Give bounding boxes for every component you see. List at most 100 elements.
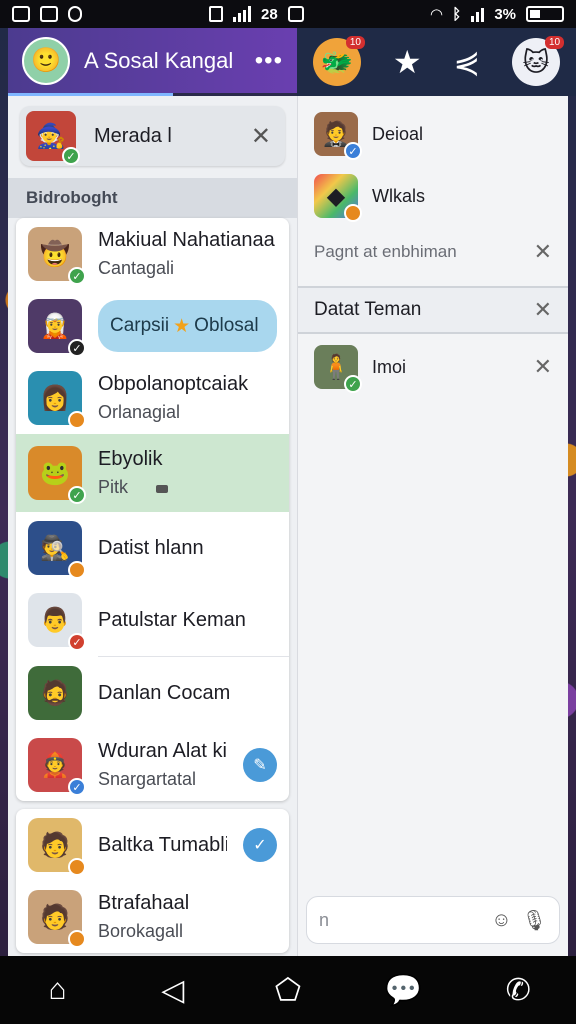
contact-avatar: 🧑	[28, 890, 86, 948]
battery-percent: 3%	[494, 5, 516, 23]
verified-icon: ✓	[68, 778, 86, 796]
verified-icon: ✓	[344, 142, 362, 160]
contact-avatar: 🕵️	[28, 521, 86, 579]
list-item[interactable]: ◆ Wlkals	[298, 166, 568, 226]
contact-name: Wduran Alat kind	[98, 740, 227, 762]
notification-badge: 10	[345, 36, 365, 49]
home-icon[interactable]: ⌂	[34, 973, 82, 1007]
contact-avatar: 🧑	[28, 818, 86, 876]
list-item[interactable]: 🧝 ✓ Carpsii ★ Oblosal	[16, 290, 289, 362]
message-placeholder: n	[319, 909, 330, 930]
contact-avatar: 🧝 ✓	[28, 299, 86, 357]
list-item[interactable]: 👨 ✓ Patulstar Keman	[16, 584, 289, 656]
alarm-icon	[287, 6, 304, 22]
section-label: Bidroboght	[8, 178, 297, 218]
emoji-icon[interactable]: ☺	[491, 909, 511, 932]
drawer-title: A Sosal Kangal	[84, 47, 234, 73]
star-icon[interactable]: ★	[393, 43, 422, 81]
close-icon[interactable]: ✕	[251, 122, 271, 151]
list-item[interactable]: 👲✓ Wduran Alat kind Snargartatal ✎	[16, 729, 289, 801]
pill-name: Carpsii	[110, 315, 170, 336]
tag-icon	[156, 485, 169, 493]
close-icon[interactable]: ✕	[534, 354, 552, 380]
status-center: 28	[209, 6, 304, 23]
contact-avatar: 👨 ✓	[28, 593, 86, 651]
item-avatar: 🧍 ✓	[314, 345, 362, 393]
bluetooth-icon: ᛒ	[452, 5, 462, 23]
left-drawer: 🙂 A Sosal Kangal ••• 🧙 ✓ Merada l ✕ Bidro…	[8, 28, 297, 956]
status-pill[interactable]: Carpsii ★ Oblosal	[98, 300, 277, 352]
contact-sub: Cantagali	[98, 258, 175, 278]
item-name: Wlkals	[372, 185, 425, 206]
pill-sub: Oblosal	[194, 315, 259, 336]
battery-icon	[526, 6, 564, 22]
item-avatar: 🤵 ✓	[314, 112, 362, 160]
list-item[interactable]: 🧔 Danlan Cocam	[16, 657, 289, 729]
status-dot-icon	[68, 411, 86, 429]
status-time: 28	[261, 5, 278, 23]
star-icon: ★	[173, 315, 191, 337]
right-header: 🐲 10 ★ ⋞ 🐱 10	[297, 28, 576, 96]
status-dot-icon	[68, 561, 86, 579]
signal-icon	[233, 6, 252, 22]
list-item[interactable]: 🤠 ✓ Makiual Nahatianaa Cantagali	[16, 218, 289, 290]
search-text: Merada l	[94, 124, 172, 147]
profile-avatar[interactable]: 🙂	[22, 36, 70, 85]
verified-icon: ✓	[68, 633, 86, 651]
list-item-selected[interactable]: 🐸 ✓ Ebyolik Pitk	[16, 434, 289, 512]
verified-icon: ✓	[68, 339, 86, 357]
hint-row: Pagnt at enbhiman ✕	[298, 226, 568, 278]
list-item[interactable]: 🤵 ✓ Deioal	[298, 102, 568, 166]
contact-sub: Borokagall	[98, 921, 184, 941]
contact-list-2: 🧑 Baltka Tumablit ✓ 🧑 Btrafahaal Borokag…	[16, 809, 289, 953]
search-chip[interactable]: 🧙 ✓ Merada l ✕	[20, 106, 285, 166]
check-button[interactable]: ✓	[243, 828, 277, 862]
contact-sub: Orlanagial	[98, 402, 181, 422]
contact-name: Ebyolik	[98, 448, 163, 470]
home-button-icon[interactable]: ⬠	[264, 973, 312, 1008]
list-item[interactable]: 👩 Obpolanoptcaiak Orlanagial	[16, 362, 289, 434]
status-dot-icon	[68, 930, 86, 948]
contact-name: Makiual Nahatianaa	[98, 229, 275, 251]
cell-signal-icon	[471, 6, 485, 22]
contact-name: Patulstar Keman	[98, 608, 246, 631]
screen-icon	[40, 6, 58, 22]
contact-avatar: 👲 ✓	[28, 738, 86, 796]
list-item[interactable]: 🧑 Baltka Tumablit ✓	[16, 809, 289, 881]
phone-icon[interactable]: ✆	[494, 973, 542, 1008]
game-avatar[interactable]: 🐲 10	[312, 36, 365, 86]
verified-icon: ✓	[62, 147, 80, 165]
vpn-icon	[209, 6, 224, 22]
contact-sub: Snargartatal	[98, 769, 197, 789]
list-item[interactable]: 🕵️ Datist hlann	[16, 512, 289, 584]
item-name: Imoi	[372, 356, 407, 377]
friend-avatar[interactable]: 🐱 10	[512, 36, 565, 86]
message-input[interactable]: n ☺ 🎙	[306, 896, 560, 944]
contact-avatar: 🐸 ✓	[28, 446, 86, 504]
more-dots-icon[interactable]: •••	[255, 47, 283, 75]
verified-icon: ✓	[344, 375, 362, 393]
section-header: Datat Teman ✕	[298, 286, 568, 334]
item-avatar: ◆	[314, 174, 362, 222]
item-name: Deioal	[372, 123, 424, 144]
status-dot-icon	[344, 204, 362, 222]
section-title: Datat Teman	[314, 299, 422, 320]
chat-icon[interactable]: 💬	[379, 973, 427, 1008]
contact-avatar: 🤠 ✓	[28, 227, 86, 285]
microphone-icon[interactable]: 🎙	[522, 908, 547, 933]
close-icon[interactable]: ✕	[534, 239, 552, 265]
list-item[interactable]: 🧑 Btrafahaal Borokagall	[16, 881, 289, 953]
contact-sub: Pitk	[98, 477, 277, 498]
contact-name: Baltka Tumablit	[98, 833, 227, 856]
right-panel: 🤵 ✓ Deioal ◆ Wlkals Pagnt at enbhiman ✕ D…	[297, 96, 568, 956]
share-icon[interactable]: ⋞	[453, 43, 480, 81]
close-icon[interactable]: ✕	[534, 297, 552, 323]
drawer-header: 🙂 A Sosal Kangal •••	[8, 28, 297, 96]
edit-button[interactable]: ✎	[243, 748, 277, 782]
back-icon[interactable]: ◁	[149, 973, 197, 1008]
verified-icon: ✓	[68, 267, 86, 285]
list-item[interactable]: 🧍 ✓ Imoi ✕	[298, 334, 568, 400]
contact-sub-text: Pitk	[98, 477, 129, 497]
hint-text: Pagnt at enbhiman	[314, 242, 457, 261]
status-left-icons	[12, 6, 82, 22]
